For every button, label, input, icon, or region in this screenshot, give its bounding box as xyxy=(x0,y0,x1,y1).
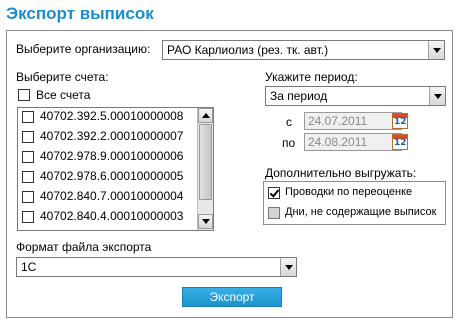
account-checkbox[interactable] xyxy=(22,171,34,183)
accounts-scrollbar[interactable] xyxy=(197,108,213,230)
account-checkbox[interactable] xyxy=(22,211,34,223)
export-button[interactable]: Экспорт xyxy=(182,287,282,307)
period-select-value: За период xyxy=(270,89,328,103)
accounts-label: Выберите счета: xyxy=(16,70,109,84)
list-item[interactable]: 40702.840.7.00010000004 xyxy=(18,188,198,206)
account-checkbox[interactable] xyxy=(22,151,34,163)
scroll-down-icon[interactable] xyxy=(198,214,213,229)
scroll-up-icon[interactable] xyxy=(198,108,213,123)
account-checkbox[interactable] xyxy=(22,191,34,203)
period-label: Укажите период: xyxy=(265,70,358,84)
revaluation-checkbox[interactable] xyxy=(268,187,280,199)
empty-days-checkbox[interactable] xyxy=(268,207,280,219)
org-label: Выберите организацию: xyxy=(16,42,151,56)
list-item[interactable]: 40702.978.9.00010000006 xyxy=(18,148,198,166)
calendar-day: 12 xyxy=(394,117,407,127)
date-to-label: по xyxy=(282,136,296,150)
date-to-field[interactable]: 24.08.2011 xyxy=(304,133,402,151)
account-checkbox[interactable] xyxy=(22,111,34,123)
format-select-value: 1С xyxy=(21,260,37,274)
all-accounts-label: Все счета xyxy=(36,88,91,102)
account-checkbox[interactable] xyxy=(22,131,34,143)
accounts-list[interactable]: 40702.392.5.00010000008 40702.392.2.0001… xyxy=(17,107,214,231)
export-panel: Выберите организацию: РАО Карлиолиз (рез… xyxy=(6,30,453,318)
date-from-label: с xyxy=(286,115,292,129)
extra-options: Проводки по переоценке Дни, не содержащи… xyxy=(263,181,446,225)
scroll-thumb[interactable] xyxy=(199,124,212,200)
account-number: 40702.978.6.00010000005 xyxy=(40,169,184,183)
list-item[interactable]: 40702.840.4.00010000003 xyxy=(18,208,198,226)
extra-label: Дополнительно выгружать: xyxy=(265,166,417,180)
list-item[interactable]: 40702.978.6.00010000005 xyxy=(18,168,198,186)
chevron-down-icon[interactable] xyxy=(280,258,296,276)
list-item[interactable]: 40702.392.5.00010000008 xyxy=(18,108,198,126)
account-number: 40702.840.4.00010000003 xyxy=(40,209,184,223)
calendar-icon[interactable]: 12 xyxy=(392,113,408,129)
account-number: 40702.392.2.00010000007 xyxy=(40,129,184,143)
calendar-day: 12 xyxy=(394,138,407,148)
page-title: Экспорт выписок xyxy=(6,4,154,23)
org-select[interactable]: РАО Карлиолиз (рез. тк. авт.) xyxy=(162,40,445,60)
date-from-field[interactable]: 24.07.2011 xyxy=(304,112,402,130)
format-label: Формат файла экспорта xyxy=(16,240,152,254)
chevron-down-icon[interactable] xyxy=(429,87,445,105)
account-number: 40702.392.5.00010000008 xyxy=(40,109,184,123)
format-select[interactable]: 1С xyxy=(16,257,297,277)
empty-days-label: Дни, не содержащие выписок xyxy=(285,206,437,218)
revaluation-label: Проводки по переоценке xyxy=(285,186,413,198)
all-accounts-checkbox[interactable] xyxy=(18,89,30,101)
list-item[interactable]: 40702.392.2.00010000007 xyxy=(18,128,198,146)
account-number: 40702.978.9.00010000006 xyxy=(40,149,184,163)
chevron-down-icon[interactable] xyxy=(428,41,444,59)
org-select-value: РАО Карлиолиз (рез. тк. авт.) xyxy=(167,43,329,57)
calendar-icon[interactable]: 12 xyxy=(392,134,408,150)
period-select[interactable]: За период xyxy=(265,86,446,106)
account-number: 40702.840.7.00010000004 xyxy=(40,189,184,203)
